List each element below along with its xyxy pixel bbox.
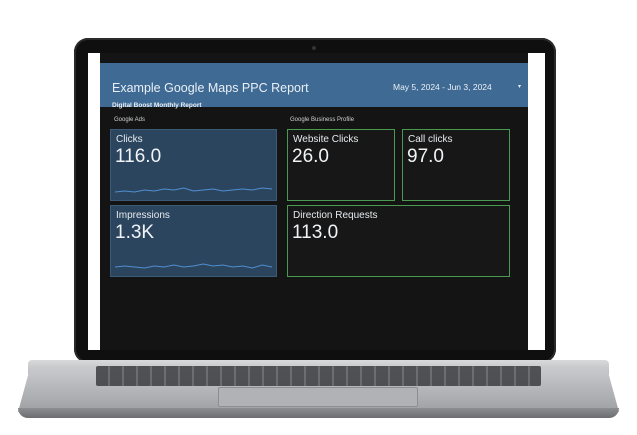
card-label: Website Clicks: [293, 134, 359, 145]
section-label-google-business-profile: Google Business Profile: [290, 117, 355, 123]
keyboard: [96, 366, 541, 386]
direction-requests-card[interactable]: Direction Requests 113.0: [287, 205, 510, 277]
card-value: 97.0: [407, 146, 444, 167]
call-clicks-card[interactable]: Call clicks 97.0: [402, 129, 510, 201]
report-header: Example Google Maps PPC Report Digital B…: [100, 63, 528, 109]
chevron-down-icon[interactable]: ▾: [518, 83, 521, 90]
clicks-card[interactable]: Clicks 116.0: [110, 129, 277, 201]
impressions-sparkline: [115, 263, 272, 269]
report-subtitle: Digital Boost Monthly Report: [112, 102, 202, 109]
dashboard: Example Google Maps PPC Report Digital B…: [100, 53, 528, 350]
impressions-card[interactable]: Impressions 1.3K: [110, 205, 277, 277]
card-value: 116.0: [115, 146, 162, 167]
section-label-google-ads: Google Ads: [114, 117, 146, 123]
card-label: Impressions: [116, 210, 170, 221]
card-value: 1.3K: [115, 222, 155, 243]
card-value: 26.0: [292, 146, 329, 167]
card-label: Call clicks: [408, 134, 453, 145]
camera-icon: [312, 46, 316, 50]
card-label: Clicks: [116, 134, 143, 145]
laptop-screen: Example Google Maps PPC Report Digital B…: [88, 53, 545, 350]
clicks-sparkline: [115, 187, 272, 193]
website-clicks-card[interactable]: Website Clicks 26.0: [287, 129, 395, 201]
touchpad: [218, 387, 418, 407]
card-value: 113.0: [292, 222, 339, 243]
date-range-selector[interactable]: May 5, 2024 - Jun 3, 2024: [393, 82, 492, 92]
card-label: Direction Requests: [293, 210, 378, 221]
laptop-base-edge: [18, 408, 619, 418]
report-title: Example Google Maps PPC Report: [112, 81, 309, 95]
